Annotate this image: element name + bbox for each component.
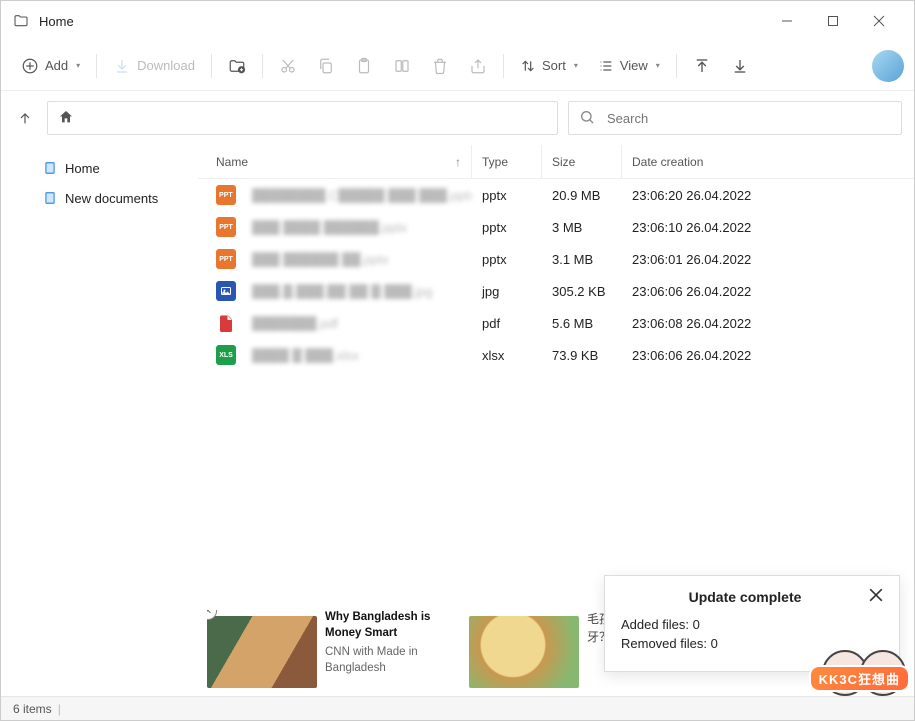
ad-headline: Why Bangladesh is Money Smart [325, 610, 455, 641]
file-name: ████████.C█████ ███ ███.pptx [252, 188, 472, 203]
toast-title: Update complete [621, 589, 869, 605]
file-type: jpg [472, 284, 542, 299]
nav-row [1, 91, 914, 145]
file-name: ███ ██████ ██.pptx [252, 252, 389, 267]
folder-icon [13, 13, 29, 29]
nav-up-button[interactable] [13, 110, 37, 126]
new-folder-button[interactable] [218, 48, 256, 84]
sort-button[interactable]: Sort ▾ [510, 48, 588, 84]
ad-thumbnail [207, 616, 317, 688]
sidebar-item-label: Home [65, 161, 100, 176]
separator [503, 54, 504, 78]
column-header-name[interactable]: Name ↑ [198, 145, 472, 178]
sidebar-item-home[interactable]: Home [43, 153, 198, 183]
search-box[interactable] [568, 101, 902, 135]
file-row[interactable]: XLS████ █ ███.xlsxxlsx73.9 KB23:06:06 26… [198, 339, 914, 371]
share-button[interactable] [459, 48, 497, 84]
file-type: pdf [472, 316, 542, 331]
copy-button[interactable] [307, 48, 345, 84]
chevron-down-icon: ▾ [76, 61, 80, 70]
chevron-down-icon: ▾ [656, 61, 660, 70]
ad-thumbnail [469, 616, 579, 688]
ad-card[interactable]: Why Bangladesh is Money Smart CNN with M… [207, 610, 455, 694]
delete-button[interactable] [421, 48, 459, 84]
sidebar: Home New documents [1, 145, 198, 655]
page-icon [43, 161, 57, 175]
file-size: 305.2 KB [542, 284, 622, 299]
file-date: 23:06:10 26.04.2022 [622, 220, 914, 235]
sidebar-item-label: New documents [65, 191, 158, 206]
ad-headline: 毛孩 [587, 610, 604, 628]
ad-source: 牙？ [587, 628, 604, 646]
separator [262, 54, 263, 78]
file-type: pptx [472, 252, 542, 267]
add-button[interactable]: Add ▾ [11, 48, 90, 84]
column-header-size[interactable]: Size [542, 145, 622, 178]
toolbar: Add ▾ Download Sort ▾ View ▾ [1, 41, 914, 91]
toast-close-button[interactable] [869, 588, 883, 605]
file-name: ███████.pdf [252, 316, 338, 331]
file-type: xlsx [472, 348, 542, 363]
minimize-button[interactable] [764, 5, 810, 37]
column-header-date[interactable]: Date creation [622, 145, 914, 178]
column-header-type[interactable]: Type [472, 145, 542, 178]
maximize-button[interactable] [810, 5, 856, 37]
download-all-button[interactable] [721, 48, 759, 84]
watermark-label: KK3C狂想曲 [809, 665, 910, 692]
breadcrumb[interactable] [47, 101, 558, 135]
toast-added-row: Added files: 0 [621, 617, 883, 632]
file-date: 23:06:06 26.04.2022 [622, 284, 914, 299]
ad-source: CNN with Made in Bangladesh [325, 645, 455, 676]
chevron-down-icon: ▾ [574, 61, 578, 70]
ad-strip: ✕ Why Bangladesh is Money Smart CNN with… [207, 610, 604, 694]
file-date: 23:06:08 26.04.2022 [622, 316, 914, 331]
file-row[interactable]: ███.█.███.██ ██ █ ███.jpg jpg305.2 KB23:0… [198, 275, 914, 307]
file-date: 23:06:20 26.04.2022 [622, 188, 914, 203]
view-button[interactable]: View ▾ [588, 48, 670, 84]
download-button[interactable]: Download [103, 48, 205, 84]
separator [676, 54, 677, 78]
file-row[interactable]: PPT███ ████ ██████.pptxpptx3 MB23:06:10 … [198, 211, 914, 243]
upload-button[interactable] [683, 48, 721, 84]
column-header-row: Name ↑ Type Size Date creation [198, 145, 914, 179]
search-input[interactable] [607, 111, 891, 126]
separator [96, 54, 97, 78]
file-row[interactable]: PPT███ ██████ ██.pptxpptx3.1 MB23:06:01 … [198, 243, 914, 275]
download-label: Download [137, 58, 195, 73]
file-row[interactable]: ███████.pdf pdf5.6 MB23:06:08 26.04.2022 [198, 307, 914, 339]
cut-button[interactable] [269, 48, 307, 84]
file-type: pptx [472, 188, 542, 203]
file-size: 5.6 MB [542, 316, 622, 331]
close-button[interactable] [856, 5, 902, 37]
item-count: 6 items [13, 702, 52, 716]
file-row[interactable]: PPT████████.C█████ ███ ███.pptxpptx20.9 … [198, 179, 914, 211]
arrow-up-icon: ↑ [455, 155, 461, 169]
file-size: 3.1 MB [542, 252, 622, 267]
add-label: Add [45, 58, 68, 73]
rename-button[interactable] [383, 48, 421, 84]
page-icon [43, 191, 57, 205]
file-size: 3 MB [542, 220, 622, 235]
window-title: Home [39, 14, 764, 29]
sort-label: Sort [542, 58, 566, 73]
status-bar: 6 items | [1, 696, 914, 720]
search-icon [579, 109, 595, 128]
file-size: 73.9 KB [542, 348, 622, 363]
view-label: View [620, 58, 648, 73]
paste-button[interactable] [345, 48, 383, 84]
file-name: ███ ████ ██████.pptx [252, 220, 407, 235]
user-avatar[interactable] [872, 50, 904, 82]
file-name: ███.█.███.██ ██ █ ███.jpg [252, 284, 433, 299]
home-icon [58, 109, 74, 128]
separator [211, 54, 212, 78]
file-type: pptx [472, 220, 542, 235]
ad-card[interactable]: 毛孩 牙？ [469, 610, 604, 694]
title-bar: Home [1, 1, 914, 41]
file-date: 23:06:01 26.04.2022 [622, 252, 914, 267]
sidebar-item-new-documents[interactable]: New documents [43, 183, 198, 213]
toast-removed-row: Removed files: 0 [621, 636, 883, 651]
file-size: 20.9 MB [542, 188, 622, 203]
file-name: ████ █ ███.xlsx [252, 348, 359, 363]
file-date: 23:06:06 26.04.2022 [622, 348, 914, 363]
